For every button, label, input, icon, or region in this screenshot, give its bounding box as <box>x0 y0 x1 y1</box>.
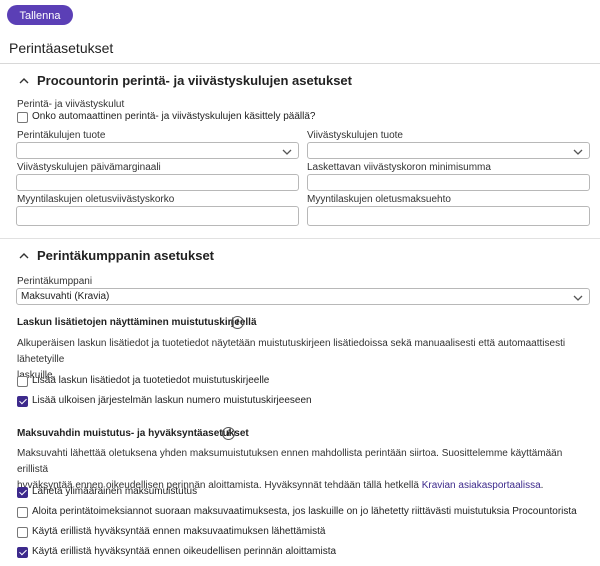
auto-fees-checkbox[interactable] <box>17 112 28 123</box>
add-invoice-details-label: Lisää laskun lisätiedot ja tuotetiedot m… <box>32 375 270 386</box>
collection-fee-product-label: Perintäkulujen tuote <box>17 130 106 141</box>
section-title: Procountorin perintä- ja viivästyskuluje… <box>37 73 352 88</box>
info-icon[interactable]: i <box>222 427 235 440</box>
reminder-heading: Maksuvahdin muistutus- ja hyväksyntäaset… <box>17 428 249 439</box>
add-external-invoice-number-label: Lisää ulkoisen järjestelmän laskun numer… <box>32 395 312 406</box>
approval-before-demand-checkbox[interactable] <box>17 527 28 538</box>
start-collection-directly-checkbox[interactable] <box>17 507 28 518</box>
procountor-section-header[interactable]: Procountorin perintä- ja viivästyskuluje… <box>17 73 352 88</box>
approval-before-legal-checkbox[interactable] <box>17 547 28 558</box>
default-late-interest-input[interactable] <box>16 206 299 226</box>
partner-select-value: Maksuvahti (Kravia) <box>21 291 110 302</box>
late-fee-product-select[interactable] <box>307 142 590 159</box>
partner-section-header[interactable]: Perintäkumppanin asetukset <box>17 248 214 263</box>
late-fee-days-margin-label: Viivästyskulujen päivämarginaali <box>17 162 161 173</box>
default-late-interest-label: Myyntilaskujen oletusviivästyskorko <box>17 194 175 205</box>
divider <box>0 63 600 64</box>
extra-reminder-label: Lähetä ylimääräinen maksumuistutus <box>32 486 198 497</box>
collection-fee-product-select[interactable] <box>16 142 299 159</box>
extra-reminder-checkbox[interactable] <box>17 487 28 498</box>
kravia-portal-link[interactable]: Kravian asiakasportaalissa <box>422 480 541 491</box>
save-button[interactable]: Tallenna <box>7 5 73 25</box>
add-external-invoice-number-checkbox[interactable] <box>17 396 28 407</box>
info-icon[interactable]: i <box>231 316 244 329</box>
start-collection-directly-label: Aloita perintätoimeksiannot suoraan maks… <box>32 506 577 517</box>
section-title: Perintäkumppanin asetukset <box>37 248 214 263</box>
chevron-down-icon <box>573 293 583 305</box>
approval-before-legal-label: Käytä erillistä hyväksyntää ennen oikeud… <box>32 546 337 557</box>
chevron-down-icon <box>282 147 292 159</box>
chevron-up-icon[interactable] <box>17 249 31 263</box>
chevron-down-icon <box>573 147 583 159</box>
partner-label: Perintäkumppani <box>17 276 93 287</box>
divider <box>0 238 600 239</box>
toolbar: Tallenna <box>0 0 600 30</box>
add-invoice-details-checkbox[interactable] <box>17 376 28 387</box>
partner-select[interactable]: Maksuvahti (Kravia) <box>16 288 590 305</box>
late-interest-minimum-input[interactable] <box>307 174 590 191</box>
auto-fees-checkbox-label: Onko automaattinen perintä- ja viivästys… <box>32 111 316 122</box>
fees-label: Perintä- ja viivästyskulut <box>17 99 125 110</box>
chevron-up-icon[interactable] <box>17 74 31 88</box>
late-fee-product-label: Viivästyskulujen tuote <box>307 130 403 141</box>
invoice-info-heading: Laskun lisätietojen näyttäminen muistutu… <box>17 317 257 328</box>
default-payment-term-label: Myyntilaskujen oletusmaksuehto <box>307 194 451 205</box>
default-payment-term-input[interactable] <box>307 206 590 226</box>
page-title: Perintäasetukset <box>9 40 114 56</box>
late-interest-minimum-label: Laskettavan viivästyskoron minimisumma <box>307 162 491 173</box>
late-fee-days-margin-input[interactable] <box>16 174 299 191</box>
approval-before-demand-label: Käytä erillistä hyväksyntää ennen maksuv… <box>32 526 326 537</box>
